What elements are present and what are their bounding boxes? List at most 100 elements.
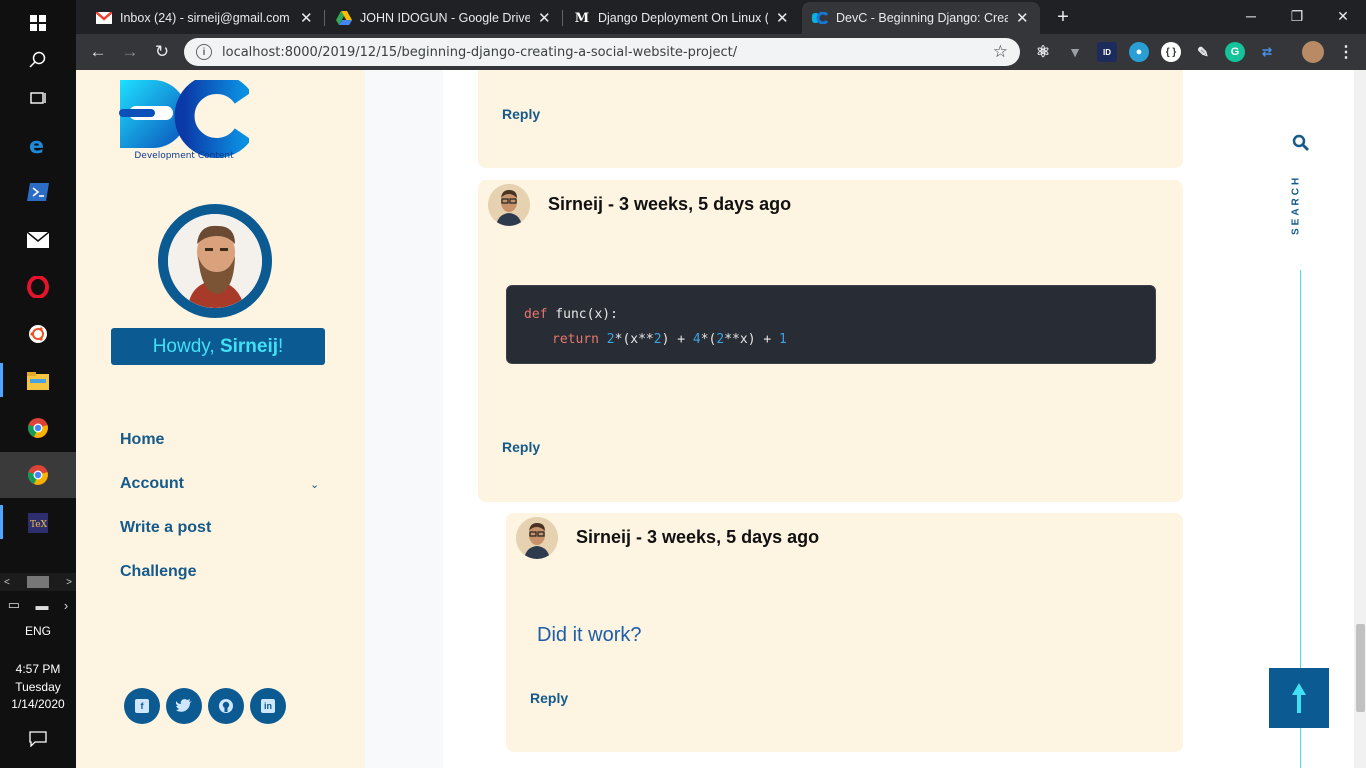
grammarly-icon[interactable]: G — [1225, 42, 1245, 62]
code-block: def func(x): return 2*(x**2) + 4*(2**x) … — [506, 285, 1156, 364]
clock-day: Tuesday — [15, 680, 61, 694]
code-text: func(x): — [547, 307, 618, 322]
file-explorer-icon[interactable] — [0, 358, 76, 404]
profile-avatar[interactable] — [1302, 41, 1324, 63]
chevron-down-icon[interactable]: ⌄ — [310, 478, 319, 491]
reply-link[interactable]: Reply — [502, 106, 540, 122]
tab-title: Inbox (24) - sirneij@gmail.com - — [120, 11, 292, 25]
nav-home[interactable]: Home — [120, 431, 320, 449]
commenter-avatar[interactable] — [516, 517, 558, 559]
url-text[interactable]: localhost:8000/2019/12/15/beginning-djan… — [222, 45, 983, 60]
close-icon[interactable]: ✕ — [1016, 9, 1030, 27]
pen-extension-icon[interactable]: ✎ — [1193, 42, 1213, 62]
battery-icon[interactable]: ▬ — [35, 598, 48, 613]
translate-extension-icon[interactable]: ⇄ — [1257, 42, 1277, 62]
extension-icon[interactable]: ID — [1097, 42, 1117, 62]
tab-medium[interactable]: M Django Deployment On Linux (U ✕ — [564, 2, 800, 34]
chrome-icon[interactable] — [0, 405, 76, 451]
restore-button[interactable]: ❐ — [1274, 0, 1320, 32]
tab-title: JOHN IDOGUN - Google Drive — [360, 11, 530, 25]
taskbar-scroll[interactable]: < > — [0, 573, 76, 591]
info-icon[interactable]: i — [196, 44, 212, 60]
comment-body: Did it work? — [537, 624, 642, 646]
close-icon[interactable]: ✕ — [776, 9, 790, 27]
reload-button[interactable]: ↻ — [150, 40, 174, 64]
arrow-up-icon — [1292, 683, 1306, 713]
code-text: ) + — [661, 332, 693, 347]
vue-devtools-icon[interactable]: ▼ — [1065, 42, 1085, 62]
react-devtools-icon[interactable]: ⚛ — [1033, 42, 1053, 62]
svg-text:e: e — [29, 134, 44, 156]
search-label[interactable]: SEARCH — [1287, 170, 1305, 240]
nav-challenge[interactable]: Challenge — [120, 563, 320, 581]
greeting-name[interactable]: Sirneij — [220, 336, 278, 358]
reply-link[interactable]: Reply — [502, 439, 540, 455]
close-icon[interactable]: ✕ — [538, 9, 552, 27]
close-window-button[interactable]: ✕ — [1320, 0, 1366, 32]
scrollbar-thumb[interactable] — [1356, 624, 1365, 712]
code-keyword: def — [524, 307, 548, 322]
code-line-2: return 2*(x**2) + 4*(2**x) + 1 — [524, 327, 1138, 352]
network-icon[interactable]: ▭ — [8, 597, 20, 613]
facebook-link[interactable]: f — [124, 688, 160, 724]
tex-editor-icon[interactable]: TeX — [0, 500, 76, 546]
edge-browser-icon[interactable]: e — [0, 122, 76, 168]
address-bar[interactable]: i localhost:8000/2019/12/15/beginning-dj… — [184, 38, 1020, 66]
close-icon[interactable]: ✕ — [300, 9, 314, 27]
forward-button[interactable]: → — [118, 40, 142, 64]
comment-author-date: Sirneij - 3 weeks, 5 days ago — [576, 527, 820, 547]
github-link[interactable] — [208, 688, 244, 724]
nav-account[interactable]: Account — [120, 475, 320, 493]
profile-avatar[interactable] — [158, 204, 272, 318]
back-button[interactable]: ← — [86, 40, 110, 64]
new-tab-button[interactable]: + — [1052, 7, 1074, 29]
logo-caption: Development Content — [134, 151, 234, 161]
greeting-banner: Howdy, Sirneij! — [111, 328, 325, 365]
linkedin-link[interactable]: in — [250, 688, 286, 724]
task-view-icon[interactable] — [0, 76, 76, 122]
google-drive-icon — [336, 10, 352, 26]
twitter-link[interactable] — [166, 688, 202, 724]
content-gutter — [365, 70, 443, 768]
bookmark-star-icon[interactable]: ☆ — [993, 42, 1008, 62]
clock-time[interactable]: 4:57 PM — [0, 661, 76, 678]
code-extension-icon[interactable]: { } — [1161, 42, 1181, 62]
comments-section: Reply Sirneij - 3 weeks, 5 days ago def … — [443, 70, 1202, 768]
commenter-avatar[interactable] — [488, 184, 530, 226]
tab-title: Django Deployment On Linux (U — [598, 11, 768, 25]
comment-author-date: Sirneij - 3 weeks, 5 days ago — [548, 194, 792, 214]
minimize-button[interactable]: ─ — [1228, 0, 1274, 32]
greeting-prefix: Howdy, — [152, 335, 220, 357]
notifications-icon[interactable] — [0, 716, 76, 762]
input-language[interactable]: ENG — [0, 623, 76, 640]
search-icon[interactable] — [1292, 134, 1312, 154]
right-sidebar: SEARCH — [1202, 70, 1354, 768]
tab-devc[interactable]: DevC - Beginning Django: Creatin ✕ — [802, 2, 1040, 34]
code-keyword: return — [552, 332, 599, 347]
nav-write-a-post[interactable]: Write a post — [120, 519, 320, 537]
system-tray[interactable]: ▭ ▬ › — [0, 592, 76, 618]
powershell-icon[interactable] — [0, 169, 76, 215]
opera-icon[interactable] — [0, 264, 76, 310]
gmail-icon — [96, 10, 112, 26]
github-icon — [219, 699, 233, 713]
chat-extension-icon[interactable]: ● — [1129, 42, 1149, 62]
page-scrollbar[interactable] — [1354, 70, 1366, 768]
tab-google-drive[interactable]: JOHN IDOGUN - Google Drive ✕ — [326, 2, 562, 34]
code-text: *( — [700, 332, 717, 347]
chevron-right-icon[interactable]: › — [64, 598, 68, 613]
svg-text:TeX: TeX — [30, 520, 48, 530]
mail-icon[interactable] — [0, 217, 76, 263]
back-to-top-button[interactable] — [1269, 668, 1329, 728]
devc-logo[interactable] — [119, 74, 252, 162]
chrome-active-icon[interactable] — [0, 452, 76, 498]
code-text: *(x** — [614, 332, 654, 347]
tab-gmail[interactable]: Inbox (24) - sirneij@gmail.com - ✕ — [86, 2, 324, 34]
web-page: Development Content Howdy, Sirneij! Home… — [76, 70, 1366, 768]
reply-link[interactable]: Reply — [530, 690, 568, 706]
ubuntu-icon[interactable] — [0, 311, 76, 357]
facebook-icon: f — [135, 699, 149, 713]
comment-card: Reply — [478, 70, 1183, 168]
browser-toolbar: ← → ↻ i localhost:8000/2019/12/15/beginn… — [76, 34, 1366, 70]
menu-icon[interactable]: ⋮ — [1336, 42, 1356, 62]
